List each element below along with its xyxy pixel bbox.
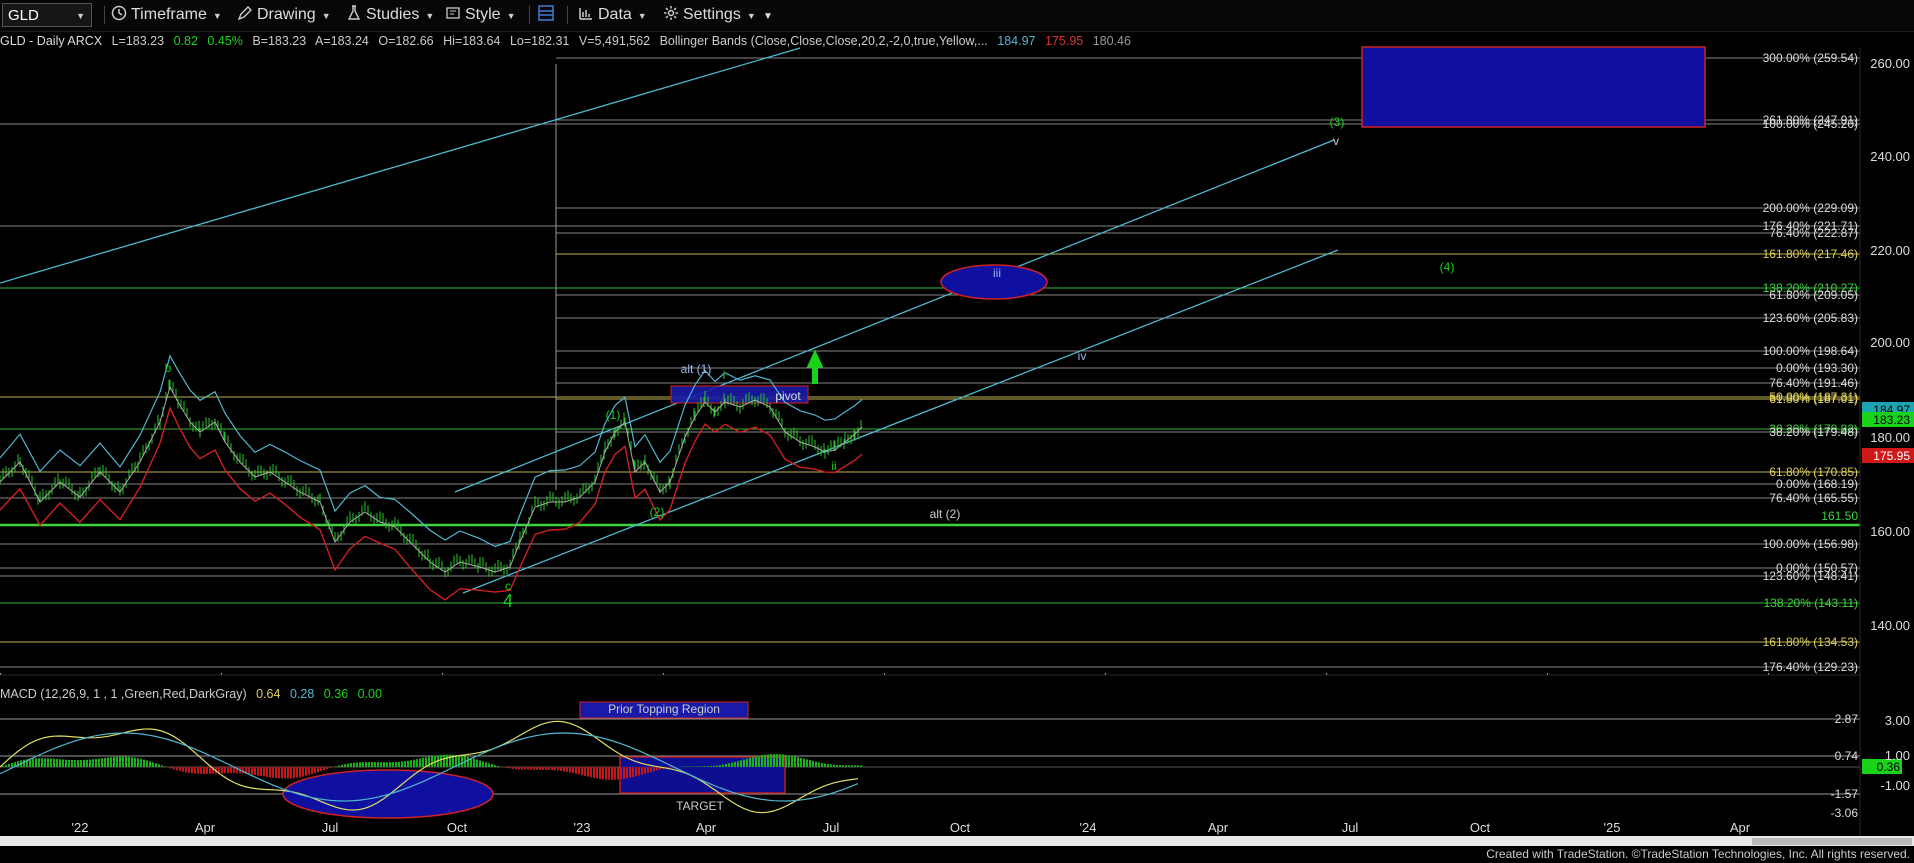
drawings bbox=[0, 46, 1706, 594]
wave-label-2: (2) bbox=[650, 505, 665, 519]
fib-level-label: 123.60% (148.41) bbox=[1763, 569, 1858, 583]
price-flag-label: 175.95 bbox=[1873, 449, 1910, 463]
time-axis-tick: '24 bbox=[1080, 820, 1097, 835]
price-axis-tick: 260.00 bbox=[1870, 56, 1910, 71]
support-level-label: 161.50 bbox=[1821, 509, 1858, 523]
time-axis-tick: Apr bbox=[1730, 820, 1751, 835]
price-axis-tick: 220.00 bbox=[1870, 243, 1910, 258]
footer-credit: Created with TradeStation. ©TradeStation… bbox=[1486, 847, 1910, 861]
fib-levels: 300.00% (259.54)261.80% (247.91)100.00% … bbox=[0, 51, 1860, 674]
fib-level-label: 0.00% (168.19) bbox=[1776, 477, 1858, 491]
macd-level-label: 2.87 bbox=[1835, 712, 1859, 726]
wave-label-1: (1) bbox=[606, 408, 621, 422]
axes: 260.00 240.00 220.00 200.00 180.00 160.00 140.… bbox=[72, 48, 1914, 836]
fib-level-label: 138.20% (143.11) bbox=[1763, 596, 1858, 610]
wave-label-v: v bbox=[1333, 134, 1339, 148]
macd-level-label: -1.57 bbox=[1831, 787, 1859, 801]
target-label: TARGET bbox=[676, 799, 724, 813]
pivot-label: pivot bbox=[775, 389, 801, 403]
macd-label: MACD (12,26,9, 1 , 1 ,Green,Red,DarkGray… bbox=[0, 687, 247, 701]
fib-level-label: 100.00% (198.64) bbox=[1763, 344, 1858, 358]
wave-label-4-paren: (4) bbox=[1440, 260, 1455, 274]
time-axis-tick: Oct bbox=[950, 820, 971, 835]
channel-line bbox=[454, 139, 1335, 493]
fib-level-label: 300.00% (259.54) bbox=[1763, 51, 1858, 65]
macd-header: MACD (12,26,9, 1 , 1 ,Green,Red,DarkGray… bbox=[0, 687, 388, 701]
up-arrow-icon bbox=[812, 366, 818, 384]
price-axis-tick: 180.00 bbox=[1870, 430, 1910, 445]
wave-label-alt1: alt (1) bbox=[681, 362, 712, 376]
price-flag-label: 183.23 bbox=[1873, 413, 1910, 427]
channel-line bbox=[462, 249, 1339, 594]
fib-level-label: 100.00% (156.98) bbox=[1763, 537, 1858, 551]
fib-level-label: 200.00% (229.09) bbox=[1763, 201, 1858, 215]
macd-target-box bbox=[619, 756, 786, 794]
bb-lower-line bbox=[0, 406, 863, 601]
macd-axis-tick: 3.00 bbox=[1885, 713, 1910, 728]
channel-line bbox=[0, 47, 801, 284]
time-axis-tick: Jul bbox=[322, 820, 339, 835]
time-axis-tick: Jul bbox=[1342, 820, 1359, 835]
time-axis-tick: Oct bbox=[1470, 820, 1491, 835]
fib-level-label: 61.80% (209.05) bbox=[1769, 288, 1858, 302]
fib-level-label: 61.80% (187.01) bbox=[1769, 392, 1858, 406]
macd-value: 0.64 bbox=[256, 687, 281, 701]
fib-level-label: 123.60% (205.83) bbox=[1763, 311, 1858, 325]
prior-top-label: Prior Topping Region bbox=[608, 702, 720, 716]
wave-label-i: i bbox=[723, 368, 726, 382]
price-axis-tick: 200.00 bbox=[1870, 335, 1910, 350]
fib-level-label: 76.40% (222.87) bbox=[1769, 226, 1858, 240]
up-arrow-icon bbox=[806, 349, 824, 368]
target-box bbox=[1361, 46, 1706, 128]
macd-axis-tick: -1.00 bbox=[1880, 778, 1910, 793]
wave-label-4: 4 bbox=[503, 591, 513, 611]
price-axis-tick: 140.00 bbox=[1870, 618, 1910, 633]
wave-label-alt2: alt (2) bbox=[930, 507, 961, 521]
fib-level-label: 0.00% (193.30) bbox=[1776, 361, 1858, 375]
time-axis-tick: '23 bbox=[574, 820, 591, 835]
time-axis-tick: '22 bbox=[72, 820, 89, 835]
fib-level-label: 100.00% (245.20) bbox=[1763, 117, 1858, 131]
time-axis-tick: Jul bbox=[823, 820, 840, 835]
bb-upper-line bbox=[0, 354, 863, 548]
macd-level-label: -3.06 bbox=[1831, 806, 1859, 820]
scrollbar-thumb bbox=[1752, 838, 1912, 845]
time-axis-tick: Apr bbox=[696, 820, 717, 835]
macd-zero-value: 0.00 bbox=[357, 687, 382, 701]
wave-label-b: b bbox=[165, 361, 172, 375]
time-axis-tick: Oct bbox=[447, 820, 468, 835]
time-axis-tick: Apr bbox=[1208, 820, 1229, 835]
wave-label-3: (3) bbox=[1330, 115, 1345, 129]
macd-axis-tick: 1.00 bbox=[1885, 748, 1910, 763]
wave-label-iii: iii bbox=[993, 266, 1001, 280]
fib-level-label: 161.80% (217.46) bbox=[1763, 247, 1858, 261]
price-chart[interactable]: 300.00% (259.54)261.80% (247.91)100.00% … bbox=[0, 0, 1914, 863]
price-axis-tick: 240.00 bbox=[1870, 149, 1910, 164]
macd-level-label: 0.74 bbox=[1835, 749, 1859, 763]
fib-level-label: 38.20% (179.48) bbox=[1769, 425, 1858, 439]
macd-signal-value: 0.28 bbox=[289, 687, 315, 701]
fib-level-label: 161.80% (134.53) bbox=[1763, 635, 1858, 649]
fib-level-label: 176.40% (129.23) bbox=[1763, 660, 1858, 674]
fib-level-label: 76.40% (191.46) bbox=[1769, 376, 1858, 390]
time-axis-tick: Apr bbox=[195, 820, 216, 835]
macd-hist-value: 0.36 bbox=[323, 687, 349, 701]
price-axis-tick: 160.00 bbox=[1870, 524, 1910, 539]
time-axis-tick: '25 bbox=[1604, 820, 1621, 835]
fib-level-label: 76.40% (165.55) bbox=[1769, 491, 1858, 505]
macd-pane: 2.870.740.36-1.57-3.063.001.00-1.00Prior… bbox=[0, 701, 1910, 820]
horizontal-scrollbar bbox=[0, 836, 1914, 846]
wave-label-ii: ii bbox=[831, 459, 836, 473]
wave-label-iv: iv bbox=[1078, 349, 1087, 363]
